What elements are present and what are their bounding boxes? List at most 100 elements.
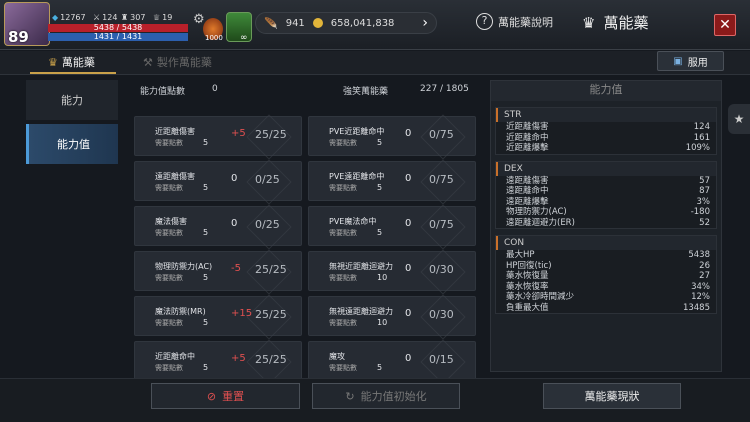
ability-card[interactable]: 魔法防禦(MR) 需要點數 5 +15 25/25 (134, 294, 302, 340)
card-name: 魔攻 (329, 352, 345, 361)
leaf-item-icon[interactable] (226, 12, 252, 42)
reset-label: 重置 (222, 390, 245, 403)
card-delta: 0 (231, 218, 238, 229)
stat-defense: ♜ 307 (121, 13, 146, 22)
card-name: 無視近距離迴避力 (329, 262, 393, 271)
card-points: 5 (203, 363, 209, 372)
card-delta: 0 (405, 173, 412, 184)
trophy-icon: ♕ (153, 13, 161, 22)
card-points: 5 (203, 228, 209, 237)
stat-section: CON 最大HP 5438 HP回復(tic) 26 藥水恢復量 27 藥水恢復率 34% 藥水冷… (495, 235, 717, 314)
init-button[interactable]: ↻ 能力值初始化 (312, 383, 460, 409)
stat-value: 124 (693, 122, 710, 132)
bottom-action-bar: ⊘ 重置 ↻ 能力值初始化 萬能藥現狀 (0, 378, 750, 422)
refresh-icon: ↻ (345, 389, 355, 403)
stat-value: 34% (691, 281, 710, 292)
card-need-label: 需要點數 (329, 184, 357, 192)
tab-craft-elixir[interactable]: ⚒ 製作萬能藥 (143, 54, 212, 70)
card-need-label: 需要點數 (155, 229, 183, 237)
reset-button[interactable]: ⊘ 重置 (151, 383, 300, 409)
level-badge: 89 (8, 28, 29, 46)
stat-power: ◆ 12767 (52, 13, 86, 22)
close-button[interactable]: ✕ (714, 14, 736, 36)
stat-row: 藥水冷卻時間減少 12% (496, 292, 716, 303)
use-button[interactable]: ▣ 服用 (657, 51, 724, 71)
ability-card[interactable]: PVE魔法命中 需要點數 5 0 0/75 (308, 204, 476, 250)
stat-label: 藥水恢復率 (506, 281, 549, 292)
active-tab-indicator (30, 72, 116, 74)
stats-panel-title: 能力值 (491, 81, 721, 101)
help-button[interactable]: ? 萬能藥說明 (476, 13, 553, 30)
card-name: PVE魔法命中 (329, 217, 377, 226)
ability-card[interactable]: PVE近距離命中 需要點數 5 0 0/75 (308, 114, 476, 160)
card-need-label: 需要點數 (155, 139, 183, 147)
stat-row: 遠距離爆擊 3% (496, 197, 716, 208)
stat-row: 遠距離傷害 57 (496, 176, 716, 187)
card-progress: 25/25 (255, 128, 287, 141)
card-name: 近距離傷害 (155, 127, 195, 136)
stat-value: 13485 (682, 302, 710, 313)
stat-value: -180 (690, 207, 710, 217)
chevron-right-icon[interactable]: › (422, 15, 428, 31)
card-need-label: 需要點數 (155, 184, 183, 192)
ability-card[interactable]: 無視遠距離迴避力 需要點數 10 0 0/30 (308, 294, 476, 340)
tab-craft-label: 製作萬能藥 (156, 56, 212, 69)
card-delta: 0 (405, 353, 412, 364)
card-delta: +5 (231, 353, 246, 364)
stat-label: 遠距離迴避力(ER) (506, 217, 575, 228)
section-heading: STR (496, 108, 716, 122)
ability-card[interactable]: 近距離命中 需要點數 5 +5 25/25 (134, 339, 302, 380)
tab-elixir-label: 萬能藥 (61, 56, 95, 69)
sidebar: 能力 能力值 (26, 80, 118, 168)
stat-label: 遠距離命中 (506, 186, 549, 196)
points-value: 0 (212, 84, 218, 94)
ability-card[interactable]: 無視近距離迴避力 需要點數 10 0 0/30 (308, 249, 476, 295)
stat-row: 近距離傷害 124 (496, 122, 716, 133)
stat-trophy: ♕ 19 (153, 13, 173, 22)
stat-section: STR 近距離傷害 124 近距離命中 161 近距離爆擊 109% (495, 107, 717, 155)
stat-value: 5438 (688, 250, 710, 260)
stat-label: 最大HP (506, 250, 535, 260)
ability-card[interactable]: PVE遠距離命中 需要點數 5 0 0/75 (308, 159, 476, 205)
card-delta: 0 (405, 128, 412, 139)
card-points: 5 (203, 138, 209, 147)
card-need-label: 需要點數 (155, 274, 183, 282)
tab-elixir[interactable]: ♛ 萬能藥 (48, 54, 95, 70)
card-delta: -5 (231, 263, 241, 274)
card-progress: 0/75 (429, 173, 454, 186)
crown-icon: ♛ (582, 13, 596, 32)
stat-value: 3% (696, 196, 711, 207)
ability-card[interactable]: 遠距離傷害 需要點數 5 0 0/25 (134, 159, 302, 205)
sidebar-item-ability[interactable]: 能力 (26, 80, 118, 120)
card-delta: 0 (405, 263, 412, 274)
ability-card[interactable]: 魔法傷害 需要點數 5 0 0/25 (134, 204, 302, 250)
ability-card[interactable]: 物理防禦力(AC) 需要點數 5 -5 25/25 (134, 249, 302, 295)
stat-row: 最大HP 5438 (496, 250, 716, 261)
top-status-bar: 89 ◆ 12767 ⚔ 124 ♜ 307 ♕ 19 5438 / 5438 1431… (0, 0, 750, 50)
stat-attack: ⚔ 124 (93, 13, 118, 22)
stat-label: 近距離爆擊 (506, 143, 549, 153)
ability-card[interactable]: 魔攻 需要點數 5 0 0/15 (308, 339, 476, 380)
stat-row: 藥水恢復量 27 (496, 271, 716, 282)
stat-row: 遠距離迴避力(ER) 52 (496, 218, 716, 229)
leaf-count: ∞ (240, 33, 248, 43)
elixir-status-button[interactable]: 萬能藥現狀 (543, 383, 681, 409)
stat-value: 57 (699, 175, 710, 186)
card-name: PVE遠距離命中 (329, 172, 385, 181)
stat-row: 近距離命中 161 (496, 133, 716, 144)
sidebar-item-ability-value[interactable]: 能力值 (26, 124, 118, 164)
stat-value: 161 (693, 132, 710, 143)
star-icon[interactable]: ★ (728, 104, 750, 134)
points-label: 能力值點數 (140, 87, 186, 97)
card-name: 魔法防禦(MR) (155, 307, 206, 316)
card-progress: 0/25 (255, 218, 280, 231)
card-need-label: 需要點數 (155, 319, 183, 327)
help-label: 萬能藥說明 (498, 15, 553, 29)
card-name: 近距離命中 (155, 352, 195, 361)
card-progress: 0/30 (429, 263, 454, 276)
no-icon: ⊘ (206, 389, 217, 403)
hp-bar: 5438 / 5438 (48, 24, 188, 32)
ability-card[interactable]: 近距離傷害 需要點數 5 +5 25/25 (134, 114, 302, 160)
page-title-text: 萬能藥 (603, 14, 649, 32)
stat-label: 近距離傷害 (506, 122, 549, 132)
